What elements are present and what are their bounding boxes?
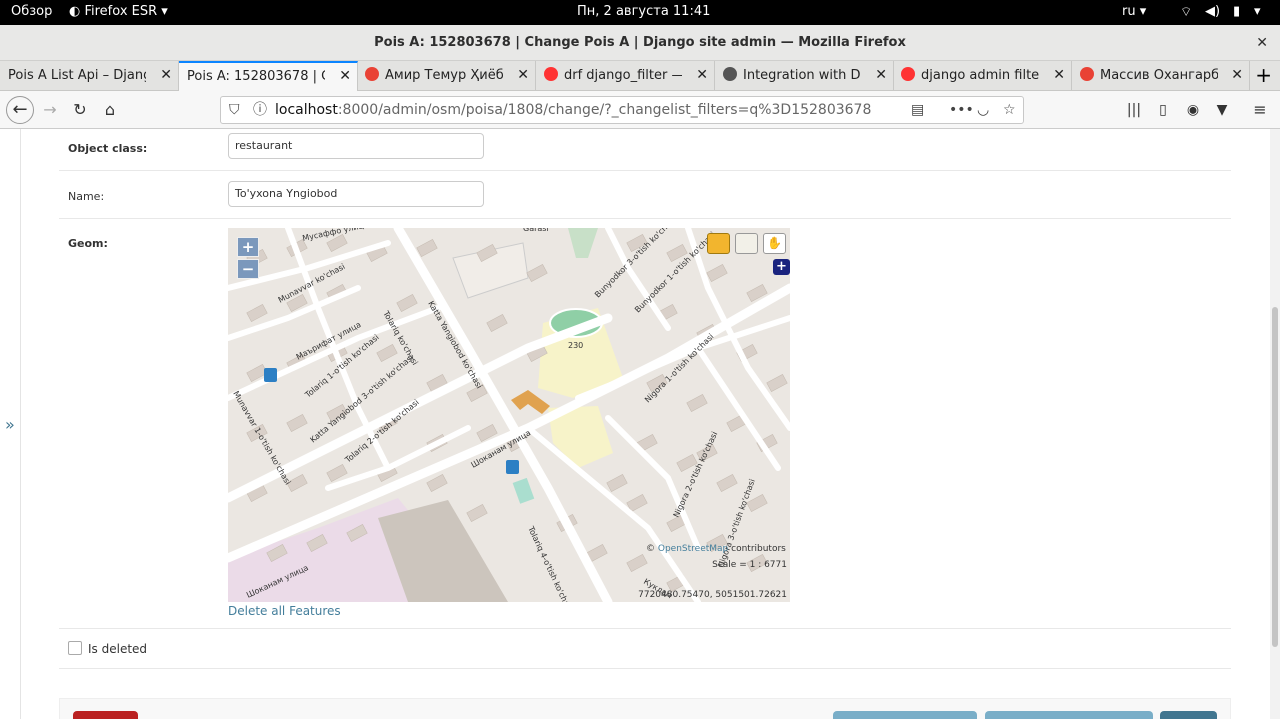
tab-close-icon[interactable]: ✕ <box>1231 61 1243 90</box>
delete-button[interactable] <box>73 711 138 719</box>
window-titlebar: Pois A: 152803678 | Change Pois A | Djan… <box>0 25 1280 61</box>
reload-button[interactable]: ↻ <box>70 97 90 123</box>
extension-icon[interactable]: ▼ <box>1212 97 1232 123</box>
map-label: Garasi <box>523 228 549 233</box>
tab-close-icon[interactable]: ✕ <box>696 61 708 90</box>
bus-stop-icon <box>506 460 519 474</box>
map-coordinates: 7720480.75470, 5051501.72621 <box>638 590 787 600</box>
draw-polygon-tool[interactable] <box>735 233 758 254</box>
tab-4[interactable]: drf django_filter — ✕ <box>536 61 715 91</box>
geom-label: Geom: <box>68 237 108 250</box>
page-scrollbar[interactable] <box>1270 129 1280 719</box>
sidebar-icon[interactable]: ▯ <box>1153 97 1173 123</box>
save-and-continue-button[interactable] <box>985 711 1153 719</box>
object-class-label: Object class: <box>68 142 148 155</box>
clock[interactable]: Пн, 2 августа 11:41 <box>577 4 710 19</box>
tab-label: Pois A List Api – Djang <box>8 68 146 83</box>
tab-close-icon[interactable]: ✕ <box>517 61 529 90</box>
tab-5[interactable]: Integration with DR ✕ <box>715 61 894 91</box>
forward-button[interactable]: → <box>40 97 60 123</box>
activities-button[interactable]: Обзор <box>11 4 52 19</box>
tab-strip: Pois A List Api – Djang ✕ Pois A: 15280367… <box>0 61 1280 91</box>
expand-icon: » <box>5 415 15 434</box>
tab-close-icon[interactable]: ✕ <box>875 61 887 90</box>
object-class-row: Object class: restaurant <box>59 129 1231 171</box>
save-button[interactable] <box>1160 711 1217 719</box>
draw-point-tool[interactable] <box>707 233 730 254</box>
zoom-out-button[interactable]: − <box>237 259 259 279</box>
keyboard-layout[interactable]: ru ▾ <box>1122 4 1146 19</box>
tab-label: Амир Темур Ҳиёбо <box>385 68 503 83</box>
url-path: :8000/admin/osm/poisa/1808/change/?_chan… <box>337 102 872 118</box>
tab-favicon-icon <box>544 67 558 81</box>
name-row: Name: To'yxona Yngiobod <box>59 171 1231 219</box>
window-title: Pois A: 152803678 | Change Pois A | Djan… <box>374 35 906 50</box>
tab-favicon-icon <box>723 67 737 81</box>
bookmark-star-icon[interactable]: ☆ <box>1003 97 1016 123</box>
tab-2[interactable]: Pois A: 152803678 | Ch ✕ <box>179 61 358 91</box>
delete-all-features-link[interactable]: Delete all Features <box>228 604 341 618</box>
menu-icon[interactable]: ≡ <box>1250 97 1270 123</box>
site-info-icon[interactable]: ⓘ <box>253 97 267 123</box>
pocket-icon[interactable]: ◡ <box>977 97 989 123</box>
osm-link[interactable]: OpenStreetMap <box>658 544 728 554</box>
hospital-icon: + <box>773 259 790 275</box>
tab-close-icon[interactable]: ✕ <box>1053 61 1065 90</box>
reader-mode-icon[interactable]: ▤ <box>911 97 924 123</box>
bus-stop-icon <box>264 368 277 382</box>
new-tab-button[interactable]: + <box>1255 61 1272 89</box>
nav-sidebar-toggle[interactable]: » <box>0 129 21 719</box>
tab-1[interactable]: Pois A List Api – Djang ✕ <box>0 61 179 91</box>
tracking-shield-icon[interactable]: ⛉ <box>229 97 240 123</box>
tab-label: django admin filter <box>921 68 1039 83</box>
map-attribution: © OpenStreetMap contributors <box>646 544 786 554</box>
tab-favicon-icon <box>365 67 379 81</box>
tab-7[interactable]: Массив Охангарбо ✕ <box>1072 61 1250 91</box>
tab-3[interactable]: Амир Темур Ҳиёбо ✕ <box>357 61 536 91</box>
url-bar[interactable]: ⛉ ⓘ localhost:8000/admin/osm/poisa/1808/… <box>220 96 1024 124</box>
page-actions-icon[interactable]: ••• <box>949 97 974 123</box>
tab-favicon-icon <box>1080 67 1094 81</box>
is-deleted-row <box>59 629 1231 669</box>
firefox-icon: ◐ <box>69 4 85 19</box>
tab-6[interactable]: django admin filter ✕ <box>893 61 1072 91</box>
system-top-bar: Обзор ◐ Firefox ESR ▾ Пн, 2 августа 11:4… <box>0 0 1280 25</box>
scrollbar-thumb[interactable] <box>1272 307 1278 647</box>
is-deleted-label: Is deleted <box>88 642 148 656</box>
app-menu[interactable]: ◐ Firefox ESR ▾ <box>69 4 168 19</box>
battery-icon: ▮ <box>1233 4 1241 19</box>
object-class-input[interactable]: restaurant <box>228 133 484 159</box>
map-scale: Scale = 1 : 6771 <box>712 560 787 570</box>
is-deleted-checkbox[interactable] <box>68 641 82 655</box>
zoom-in-button[interactable]: + <box>237 237 259 257</box>
system-menu-icon[interactable]: ▾ <box>1254 4 1261 19</box>
tab-close-icon[interactable]: ✕ <box>339 63 351 90</box>
home-button[interactable]: ⌂ <box>100 97 120 123</box>
name-input[interactable]: To'yxona Yngiobod <box>228 181 484 207</box>
map-label: 230 <box>568 341 583 350</box>
library-icon[interactable]: ||| <box>1124 97 1144 123</box>
tab-close-icon[interactable]: ✕ <box>160 61 172 90</box>
tab-favicon-icon <box>901 67 915 81</box>
name-label: Name: <box>68 190 105 203</box>
close-window-icon[interactable]: ✕ <box>1256 25 1268 61</box>
save-and-add-another-button[interactable] <box>833 711 977 719</box>
wifi-icon: ⌔ <box>1180 5 1193 20</box>
geom-map[interactable]: Мусаффо улица Munavvar ko'chasi Munavvar 1… <box>228 228 790 602</box>
pan-hand-tool[interactable]: ✋ <box>763 233 786 254</box>
back-button[interactable]: ← <box>6 96 34 124</box>
account-icon[interactable]: ◉ <box>1183 97 1203 123</box>
tab-label: Integration with DR <box>743 68 861 83</box>
tab-label: drf django_filter — <box>564 68 682 83</box>
tab-label: Массив Охангарбо <box>1100 68 1218 83</box>
url-host: localhost <box>275 102 338 118</box>
tab-label: Pois A: 152803678 | Ch <box>187 69 325 84</box>
navigation-toolbar: ← → ↻ ⌂ ⛉ ⓘ localhost:8000/admin/osm/poi… <box>0 91 1280 129</box>
admin-page: » Object class: restaurant Name: To'yxon… <box>0 129 1280 719</box>
submit-row <box>59 698 1231 719</box>
volume-icon: ◀) <box>1205 4 1221 19</box>
